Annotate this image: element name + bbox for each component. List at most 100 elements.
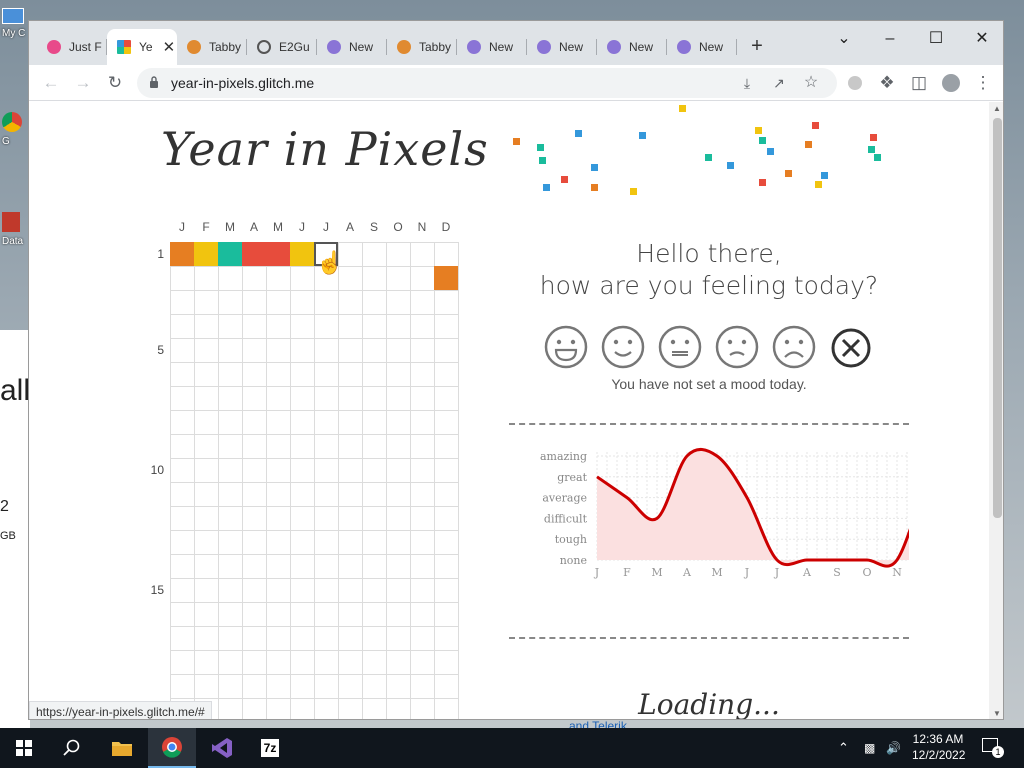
notifications-icon[interactable]: 1 xyxy=(982,738,1004,768)
scroll-thumb[interactable] xyxy=(993,118,1002,518)
visual-studio-icon[interactable] xyxy=(198,728,246,768)
pixel-cell-filled[interactable] xyxy=(242,242,266,266)
pixel-cell-filled[interactable] xyxy=(170,242,194,266)
maximize-button[interactable]: ☐ xyxy=(913,25,959,53)
x-tick-label: S xyxy=(833,566,841,579)
chrome-icon[interactable] xyxy=(148,728,196,768)
7zip-icon[interactable]: 7z xyxy=(246,728,294,768)
frown-face-icon[interactable] xyxy=(771,324,817,370)
neutral-face-icon[interactable] xyxy=(657,324,703,370)
tab-active[interactable]: Ye ✕ xyxy=(107,29,177,65)
pixel-grid[interactable]: JFMAMJJASOND 1 5 10 15 ☝ xyxy=(151,220,460,719)
desktop-icon-chrome[interactable]: G xyxy=(2,112,28,147)
close-circle-icon[interactable] xyxy=(830,327,872,369)
share-icon[interactable]: ↗ xyxy=(765,69,793,97)
tabby-icon xyxy=(187,40,201,54)
pixel-cell-filled[interactable] xyxy=(194,242,218,266)
pixel-cell-filled[interactable] xyxy=(218,242,242,266)
network-icon[interactable]: ▩ xyxy=(864,728,875,768)
pixel-cell-filled[interactable] xyxy=(434,266,458,290)
profile-avatar-icon[interactable] xyxy=(937,69,965,97)
install-app-icon[interactable]: ⤓ xyxy=(733,69,761,97)
pixel-cell-filled[interactable] xyxy=(266,242,290,266)
globe-icon xyxy=(257,40,271,54)
tab-label: Just F xyxy=(69,40,102,54)
volume-icon[interactable]: 🔊 xyxy=(886,728,901,768)
new-tab-icon xyxy=(677,40,691,54)
page-scrollbar[interactable]: ▲ ▼ xyxy=(989,102,1003,719)
month-label: J xyxy=(179,220,185,234)
start-icon[interactable] xyxy=(0,728,48,768)
greeting-line2: how are you feeling today? xyxy=(539,271,879,300)
tabby-icon xyxy=(397,40,411,54)
month-label: A xyxy=(345,220,354,234)
address-bar[interactable]: year-in-pixels.glitch.me ⤓ ↗ ☆ xyxy=(137,68,837,98)
menu-kebab-icon[interactable]: ⋮ xyxy=(969,69,997,97)
heart-icon xyxy=(47,40,61,54)
clock[interactable]: 12:36 AM 12/2/2022 xyxy=(912,731,966,768)
x-tick-label: A xyxy=(802,566,812,579)
greeting-line1: Hello there, xyxy=(636,239,782,268)
forward-button[interactable]: → xyxy=(69,69,97,97)
desktop-icon-data[interactable]: Data xyxy=(2,212,28,247)
tab[interactable]: Tabby xyxy=(177,29,247,65)
scroll-down-arrow-icon[interactable]: ▼ xyxy=(992,709,1002,719)
tab[interactable]: Just F xyxy=(37,29,107,65)
greeting: Hello there, how are you feeling today? xyxy=(509,238,909,302)
tab[interactable]: New xyxy=(597,29,667,65)
sad-face-icon[interactable] xyxy=(714,324,760,370)
mood-picker xyxy=(543,324,903,374)
tab[interactable]: Tabby xyxy=(387,29,457,65)
day-label: 15 xyxy=(150,583,164,597)
tab-label: Ye xyxy=(139,40,153,54)
smile-face-icon[interactable] xyxy=(600,324,646,370)
day-label: 1 xyxy=(157,247,164,261)
confetti-decoration xyxy=(513,105,881,195)
file-explorer-icon[interactable] xyxy=(98,728,146,768)
month-label: A xyxy=(249,220,258,234)
bookmark-star-icon[interactable]: ☆ xyxy=(797,69,825,97)
x-tick-label: N xyxy=(892,566,902,579)
x-tick-label: F xyxy=(623,566,631,579)
status-url: https://year-in-pixels.glitch.me/# xyxy=(29,701,212,719)
tab[interactable]: New xyxy=(527,29,597,65)
tray-chevron-icon[interactable]: ⌃ xyxy=(838,728,849,768)
extension-icon[interactable] xyxy=(841,69,869,97)
y-tick-label: amazing xyxy=(540,450,587,463)
tab[interactable]: E2Gu xyxy=(247,29,317,65)
new-tab-button[interactable]: + xyxy=(745,35,769,59)
month-label: O xyxy=(393,220,403,234)
search-icon[interactable] xyxy=(48,728,96,768)
minimize-button[interactable]: – xyxy=(867,25,913,53)
back-button[interactable]: ← xyxy=(37,69,65,97)
desktop-icon-computer[interactable]: My C xyxy=(2,8,28,39)
extensions-puzzle-icon[interactable]: ❖ xyxy=(873,69,901,97)
x-tick-label: J xyxy=(744,566,749,579)
tab-label: New xyxy=(699,40,724,54)
side-panel-icon[interactable]: ◫ xyxy=(905,69,933,97)
page-content: Year in Pixels J F M A M J J A S O N D 1… xyxy=(29,102,989,719)
tab[interactable]: New xyxy=(667,29,737,65)
y-tick-label: tough xyxy=(555,533,587,546)
clock-date: 12/2/2022 xyxy=(912,748,966,762)
y-tick-label: great xyxy=(557,471,587,484)
new-tab-icon xyxy=(327,40,341,54)
taskbar: 7z ⌃ ▩ 🔊 12:36 AM 12/2/2022 1 xyxy=(0,728,1024,768)
pixel-grid-cells[interactable] xyxy=(170,242,459,719)
reload-button[interactable]: ↻ xyxy=(101,69,129,97)
day-label: 10 xyxy=(150,463,164,477)
tab[interactable]: New xyxy=(457,29,527,65)
pixel-cell-filled[interactable] xyxy=(290,242,314,266)
x-tick-label: J xyxy=(774,566,779,579)
tab-search-chevron-icon[interactable]: ⌄ xyxy=(821,25,867,53)
divider xyxy=(509,637,909,639)
year-in-pixels-icon xyxy=(117,40,131,54)
y-tick-label: average xyxy=(542,492,587,505)
clock-time: 12:36 AM xyxy=(912,732,964,746)
close-window-button[interactable]: ✕ xyxy=(959,25,1003,53)
close-tab-icon[interactable]: ✕ xyxy=(163,38,176,56)
grin-face-icon[interactable] xyxy=(543,324,589,370)
tab[interactable]: New xyxy=(317,29,387,65)
browser-toolbar: ← → ↻ year-in-pixels.glitch.me ⤓ ↗ ☆ ❖ ◫… xyxy=(29,65,1003,101)
scroll-up-arrow-icon[interactable]: ▲ xyxy=(992,104,1002,114)
